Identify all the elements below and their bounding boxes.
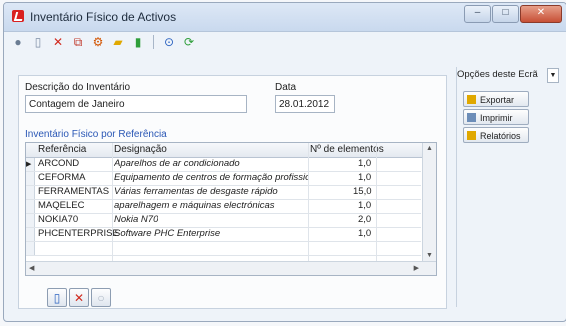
maximize-button[interactable]: □ [492, 5, 519, 23]
app-window: Inventário Físico de Activos – □ ✕ ● ▯ ✕… [3, 2, 566, 322]
dropdown-icon[interactable]: ● [10, 34, 26, 50]
cell-quantity: 1,0 [358, 200, 372, 211]
table-row-empty[interactable] [26, 242, 421, 256]
date-label: Data [275, 82, 297, 93]
options-sidebar: Opções deste Ecrã ▼ Exportar Imprimir Re… [456, 67, 563, 307]
row-selector[interactable] [26, 242, 35, 255]
scroll-up-arrow-icon[interactable]: ▲ [426, 145, 433, 152]
export-button[interactable]: Exportar [463, 91, 529, 107]
cell-designation: Equipamento de centros de formação profi… [114, 172, 308, 183]
table-row[interactable]: PHCENTERPRISE Software PHC Enterprise 1,… [26, 228, 421, 242]
header-quantity[interactable]: Nº de elementos [310, 144, 384, 155]
toolbar: ● ▯ ✕ ⧉ ⚙ ▰ ▮ ⊙ ⟳ [4, 31, 566, 53]
row-selector[interactable] [26, 186, 35, 199]
cell-designation: aparelhagem e máquinas electrónicas [114, 200, 275, 211]
chevron-down-icon[interactable]: ▼ [547, 68, 559, 83]
chart-icon[interactable]: ▮ [130, 34, 146, 50]
add-row-button[interactable]: ▯ [47, 288, 67, 307]
cell-reference: PHCENTERPRISE [38, 228, 119, 239]
close-button[interactable]: ✕ [520, 5, 562, 23]
delete-icon: ✕ [73, 290, 85, 305]
info-icon[interactable]: ⊙ [161, 34, 177, 50]
print-icon [467, 113, 476, 122]
scroll-down-arrow-icon[interactable]: ▼ [426, 252, 433, 259]
row-selector[interactable] [26, 172, 35, 185]
print-button[interactable]: Imprimir [463, 109, 529, 125]
horizontal-scrollbar[interactable]: ◀ ▶ [26, 261, 436, 275]
vertical-scrollbar[interactable]: ▲ ▼ [422, 143, 436, 261]
grid-header: Referência Designação Nº de elementos [26, 143, 436, 158]
header-reference[interactable]: Referência [38, 144, 86, 155]
reports-button[interactable]: Relatórios [463, 127, 529, 143]
table-row[interactable]: NOKIA70 Nokia N70 2,0 [26, 214, 421, 228]
section-title: Inventário Físico por Referência [25, 129, 167, 140]
options-dropdown[interactable]: Opções deste Ecrã ▼ [457, 67, 561, 83]
header-designation[interactable]: Designação [114, 144, 167, 155]
folder-icon[interactable]: ▰ [110, 34, 126, 50]
cell-reference: CEFORMA [38, 172, 86, 183]
row-selector[interactable] [26, 214, 35, 227]
window-controls: – □ ✕ [464, 5, 562, 23]
main-form-panel: Descrição do Inventário Contagem de Jane… [18, 75, 447, 309]
cell-designation: Software PHC Enterprise [114, 228, 221, 239]
date-field[interactable]: 28.01.2012 [275, 95, 335, 113]
cell-reference: FERRAMENTAS [38, 186, 110, 197]
description-label: Descrição do Inventário [25, 82, 131, 93]
cell-designation: Nokia N70 [114, 214, 159, 225]
print-label: Imprimir [480, 113, 513, 123]
inventory-grid[interactable]: Referência Designação Nº de elementos ▶ … [25, 142, 437, 276]
export-label: Exportar [480, 95, 515, 105]
new-item-icon: ▯ [53, 290, 61, 305]
export-icon [467, 95, 476, 104]
options-label: Opções deste Ecrã [457, 69, 538, 80]
new-document-icon[interactable]: ▯ [30, 34, 46, 50]
reports-label: Relatórios [480, 131, 521, 141]
table-row[interactable]: CEFORMA Equipamento de centros de formaç… [26, 172, 421, 186]
cell-reference: NOKIA70 [38, 214, 79, 225]
delete-row-button[interactable]: ✕ [69, 288, 89, 307]
cell-quantity: 1,0 [358, 158, 372, 169]
cell-reference: ARCOND [38, 158, 80, 169]
search-icon: ○ [97, 290, 105, 305]
search-row-button[interactable]: ○ [91, 288, 111, 307]
minimize-button[interactable]: – [464, 5, 491, 23]
table-row[interactable]: MAQELEC aparelhagem e máquinas electróni… [26, 200, 421, 214]
table-row[interactable]: FERRAMENTAS Várias ferramentas de desgas… [26, 186, 421, 200]
cell-reference: MAQELEC [38, 200, 85, 211]
cell-designation: Aparelhos de ar condicionado [114, 158, 240, 169]
row-selector[interactable] [26, 228, 35, 241]
cell-quantity: 1,0 [358, 228, 372, 239]
app-logo-icon [12, 10, 24, 22]
scroll-left-arrow-icon[interactable]: ◀ [29, 264, 34, 272]
description-field[interactable]: Contagem de Janeiro [25, 95, 247, 113]
row-selector[interactable]: ▶ [26, 158, 35, 171]
title-bar: Inventário Físico de Activos – □ ✕ [4, 3, 566, 32]
cell-designation: Várias ferramentas de desgaste rápido [114, 186, 278, 197]
table-row[interactable]: ▶ ARCOND Aparelhos de ar condicionado 1,… [26, 158, 421, 172]
cell-quantity: 15,0 [353, 186, 372, 197]
scroll-right-arrow-icon[interactable]: ▶ [414, 264, 419, 272]
refresh-icon[interactable]: ⟳ [181, 34, 197, 50]
copy-icon[interactable]: ⧉ [70, 34, 86, 50]
toolbar-separator [153, 35, 154, 49]
delete-icon[interactable]: ✕ [50, 34, 66, 50]
row-selector[interactable] [26, 200, 35, 213]
cell-quantity: 1,0 [358, 172, 372, 183]
cell-quantity: 2,0 [358, 214, 372, 225]
reports-icon [467, 131, 476, 140]
window-title: Inventário Físico de Activos [30, 10, 177, 24]
tools-icon[interactable]: ⚙ [90, 34, 106, 50]
